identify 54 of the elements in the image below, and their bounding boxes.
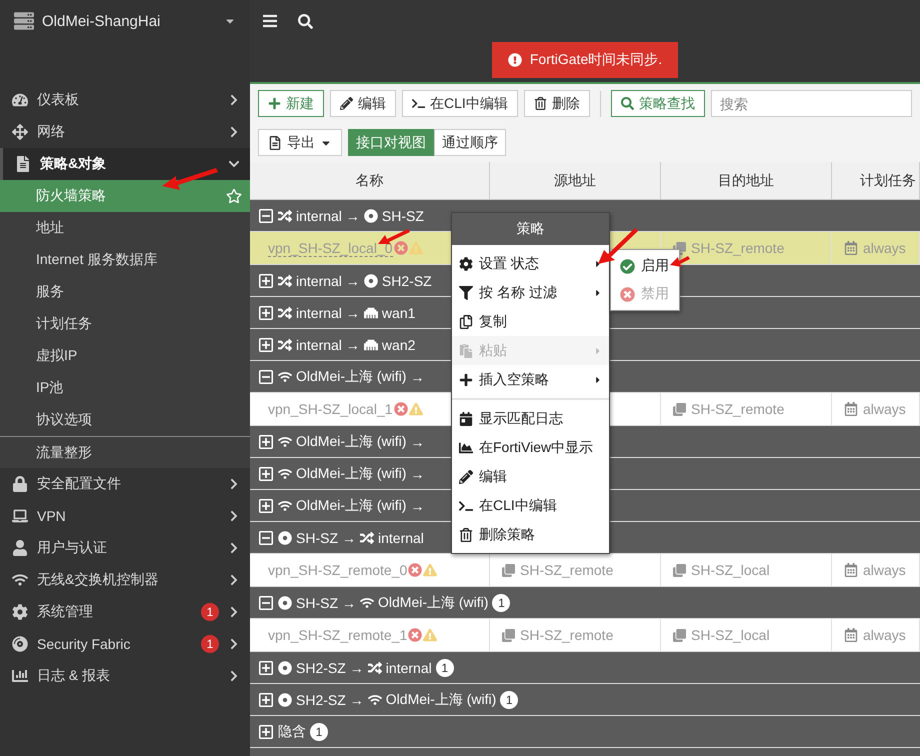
arrow-text: → [410,466,424,482]
interface-name: internal [296,304,342,320]
interface-name: internal [296,272,342,288]
interface-name: OldMei-上海 (wifi) [378,594,488,612]
table-cell: SH-SZ_remote [691,240,784,256]
interface-name: OldMei-上海 (wifi) [296,368,406,386]
interface-name: wan2 [382,336,416,352]
arrow-text: → [346,272,360,288]
interface-name: SH2-SZ [296,660,346,676]
arrow-text: → [346,304,360,320]
table-cell: always [863,401,906,417]
table-cell: always [863,627,906,643]
arrow-text: → [342,530,356,546]
notification-badge: 1 [201,635,219,653]
table-cell: SH-SZ_remote [520,627,614,643]
arrow-text: → [410,498,424,514]
interface-name: SH-SZ [382,208,424,224]
arrow-text: → [342,594,356,610]
interface-name: SH-SZ [296,530,338,546]
arrow-text: → [410,368,424,384]
policy-name: vpn_SH-SZ_local_1 [268,401,393,417]
interface-name: SH2-SZ [296,692,346,708]
table-cell: SH-SZ_local [691,562,770,578]
table-cell: SH-SZ_local [691,627,770,643]
count-badge: 1 [492,594,510,612]
policy-name: vpn_SH-SZ_remote_1 [268,627,408,643]
count-badge: 1 [310,722,328,740]
interface-name: OldMei-上海 (wifi) [296,496,406,514]
interface-name: 隐含 [278,722,306,740]
arrow-text: → [346,208,360,224]
interface-name: OldMei-上海 (wifi) [296,432,406,450]
interface-name: internal [296,336,342,352]
interface-name: wan1 [382,304,416,320]
interface-name: SH-SZ [296,594,338,610]
interface-name: internal [386,660,432,676]
interface-name: OldMei-上海 (wifi) [296,464,406,482]
interface-name: SH2-SZ [382,272,432,288]
arrow-text: → [410,434,424,450]
policy-name: vpn_SH-SZ_remote_0 [268,562,408,578]
table-cell: SH-SZ_remote [691,401,784,417]
banner-text: FortiGate时间未同步. [530,51,662,69]
menu-title: 策略 [452,213,609,245]
table-cell: SH-SZ_remote [520,562,614,578]
interface-name: OldMei-上海 (wifi) [386,690,496,708]
count-badge: 1 [436,658,454,676]
arrow-text: → [350,660,364,676]
arrow-text: → [346,336,360,352]
interface-name: internal [378,530,424,546]
arrow-text: → [350,692,364,708]
table-cell: always [863,240,906,256]
count-badge: 1 [500,690,518,708]
notification-badge: 1 [201,603,219,621]
table-cell: always [863,562,906,578]
interface-name: internal [296,208,342,224]
